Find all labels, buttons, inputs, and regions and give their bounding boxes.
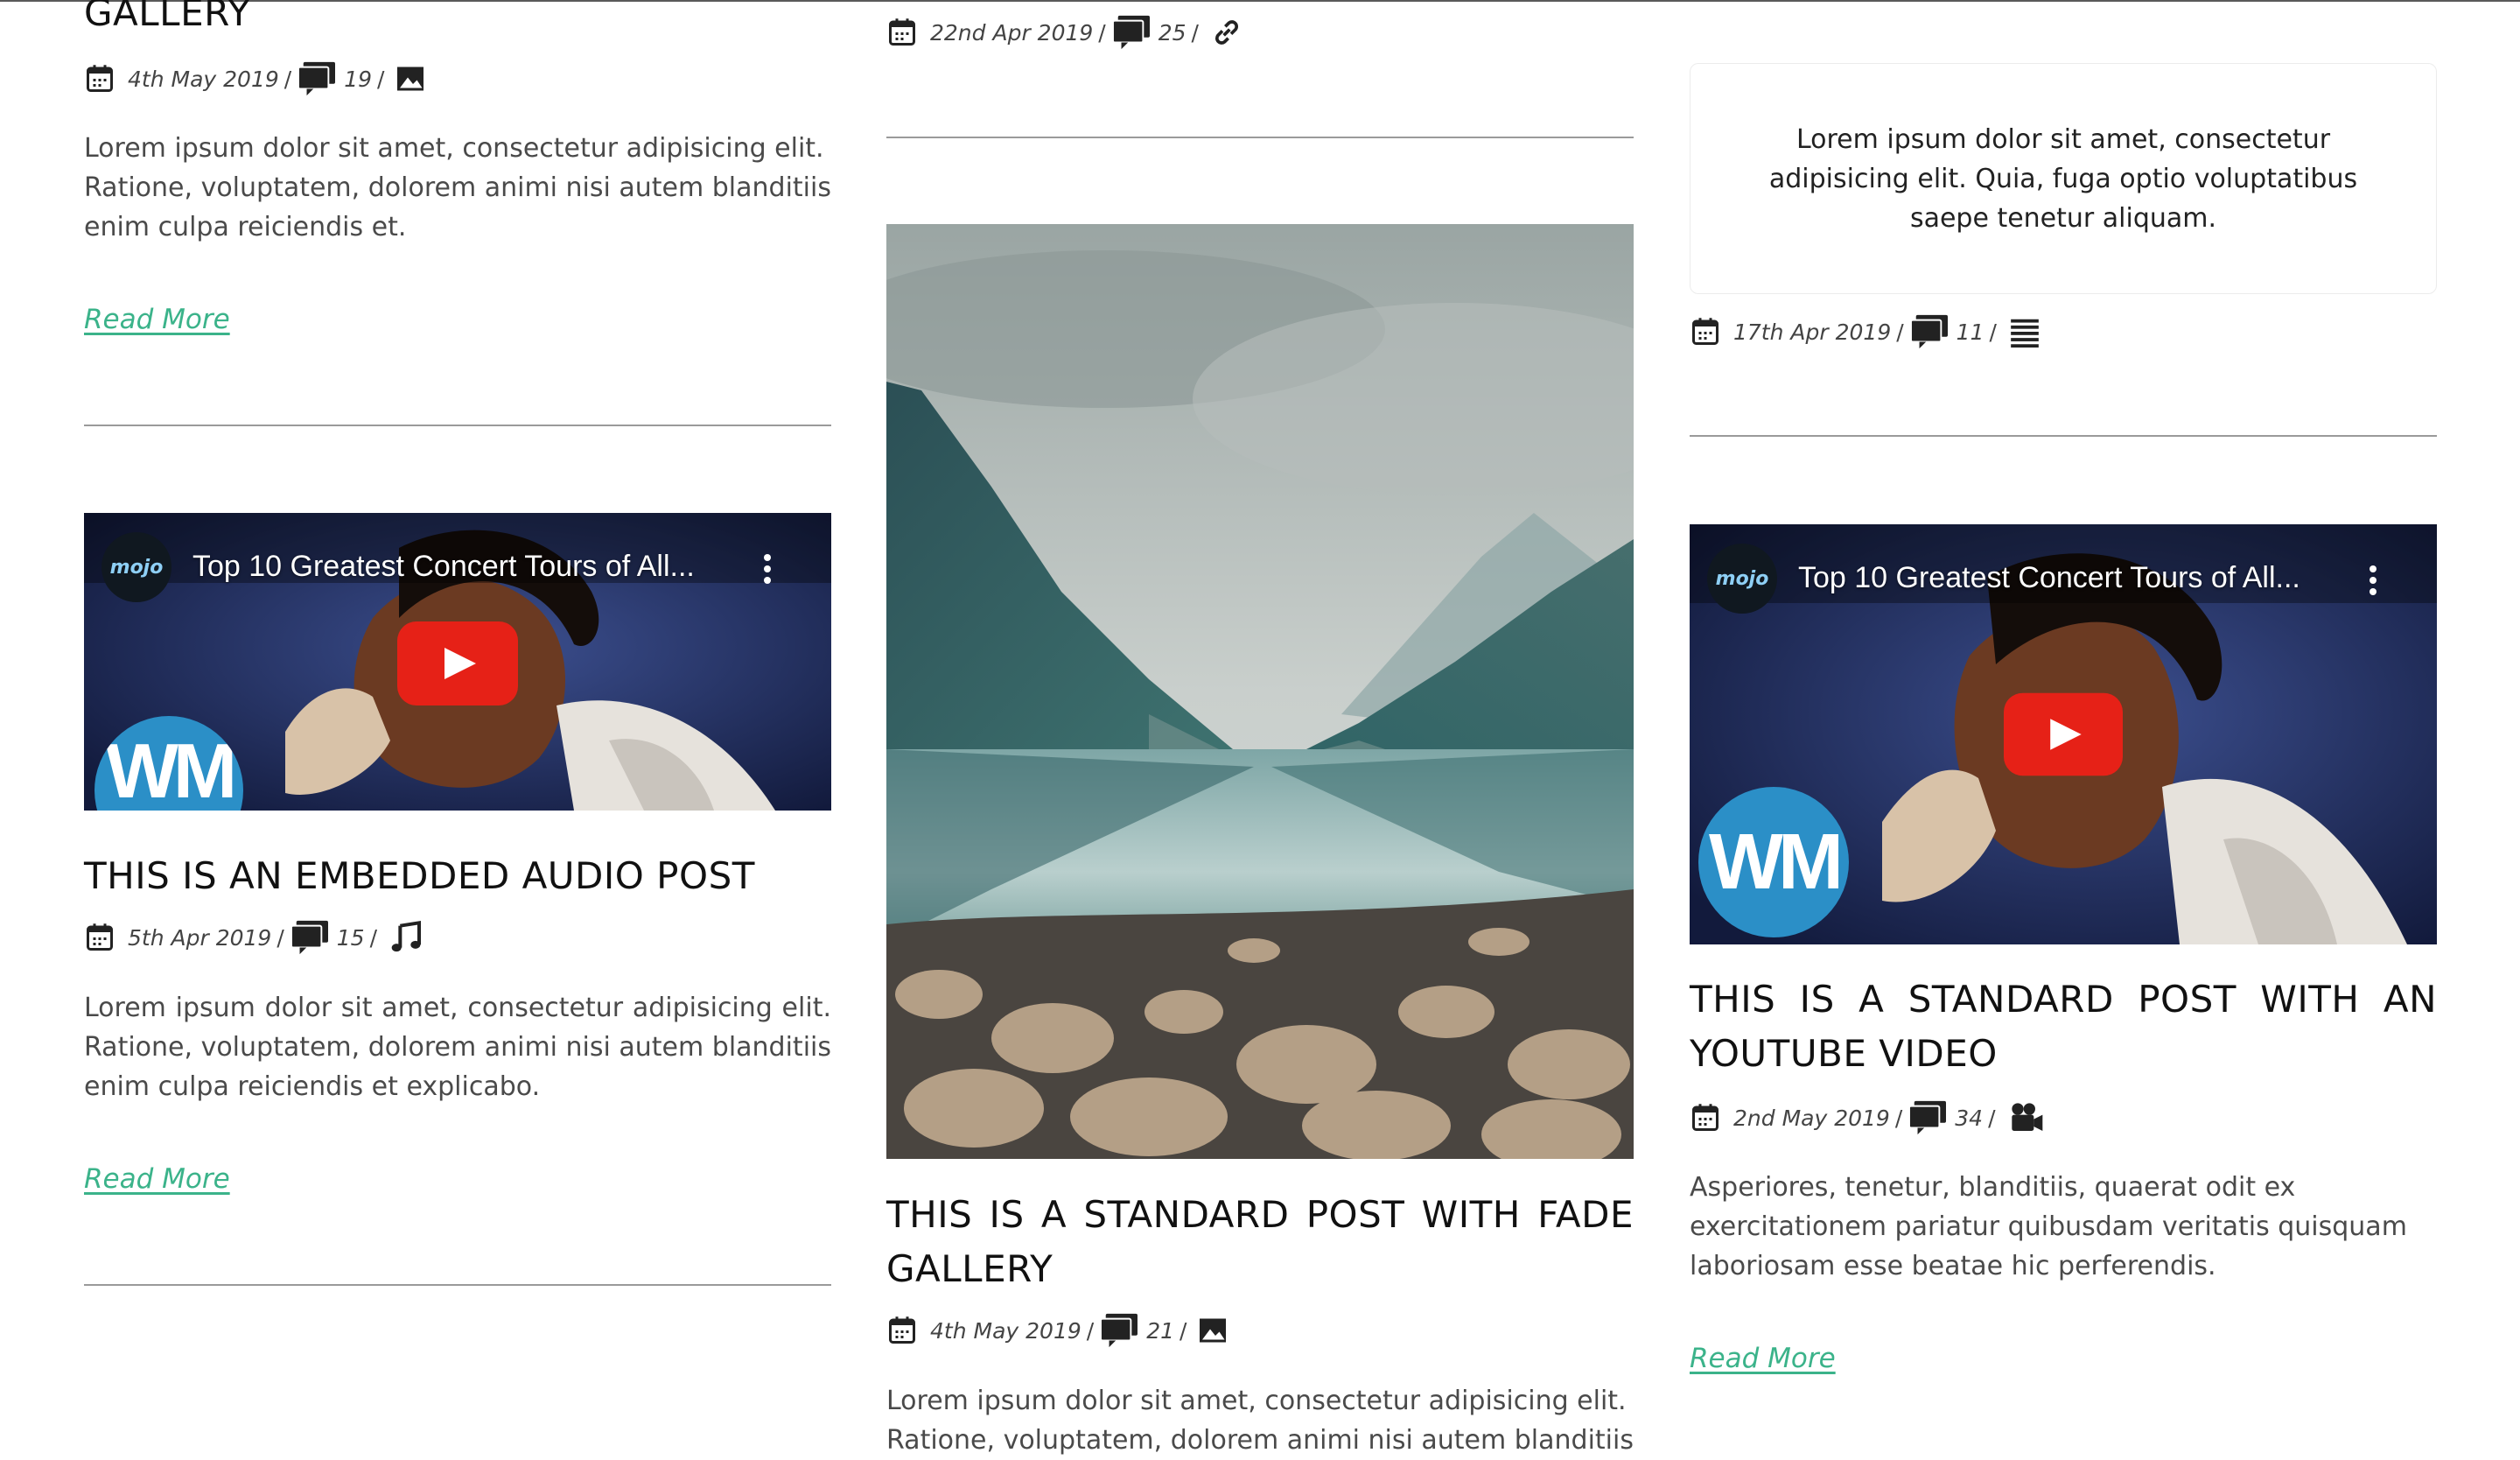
comment-count[interactable]: 21: [1146, 1318, 1174, 1344]
post-divider: [84, 1284, 831, 1286]
comment-count[interactable]: 15: [337, 925, 365, 951]
post-date[interactable]: 2nd May 2019: [1733, 1106, 1890, 1131]
channel-avatar[interactable]: mojo: [1707, 544, 1777, 614]
calendar-icon: [1690, 1101, 1721, 1134]
text-lines-icon: [2007, 315, 2042, 348]
meta-separator: /: [1988, 1105, 1996, 1131]
play-button-icon[interactable]: [397, 621, 518, 705]
calendar-icon: [886, 16, 918, 49]
quote-box: Lorem ipsum dolor sit amet, consectetur …: [1690, 63, 2437, 294]
post-date[interactable]: 4th May 2019: [930, 1318, 1082, 1344]
meta-separator: /: [284, 66, 292, 92]
post-divider: [1690, 435, 2437, 437]
post-title[interactable]: THIS IS A STANDARD POST WITH FADE GALLER…: [886, 1188, 1634, 1296]
video-title[interactable]: Top 10 Greatest Concert Tours of All...: [192, 550, 695, 584]
comment-count[interactable]: 34: [1955, 1106, 1983, 1131]
youtube-embed[interactable]: mojo Top 10 Greatest Concert Tours of Al…: [84, 513, 831, 811]
post-date[interactable]: 5th Apr 2019: [128, 925, 271, 951]
post-meta: 4th May 2019 / 19 /: [84, 57, 426, 101]
meta-separator: /: [276, 924, 284, 951]
calendar-icon: [84, 62, 116, 95]
post-meta: 5th Apr 2019 / 15 /: [84, 916, 424, 959]
post-excerpt: Lorem ipsum dolor sit amet, consectetur …: [84, 993, 831, 1102]
post-date[interactable]: 4th May 2019: [128, 67, 279, 92]
comment-count[interactable]: 19: [344, 67, 372, 92]
meta-separator: /: [1086, 1317, 1095, 1344]
calendar-icon: [886, 1314, 918, 1347]
comments-icon: [1111, 14, 1152, 51]
post-divider: [84, 425, 831, 426]
watermark-logo: WM: [1698, 787, 1849, 937]
lake-mountains-photo: [886, 224, 1634, 1159]
gallery-image[interactable]: [886, 224, 1634, 1159]
post-date[interactable]: 17th Apr 2019: [1733, 319, 1891, 345]
read-more-link[interactable]: Read More: [1690, 1343, 1836, 1374]
comments-icon: [297, 60, 337, 97]
comment-count[interactable]: 25: [1158, 20, 1186, 46]
calendar-icon: [84, 921, 116, 954]
meta-separator: /: [1098, 19, 1106, 46]
post-divider: [886, 137, 1634, 138]
calendar-icon: [1690, 315, 1721, 348]
meta-separator: /: [1180, 1317, 1187, 1344]
post-date[interactable]: 22nd Apr 2019: [930, 20, 1093, 46]
comment-count[interactable]: 11: [1956, 319, 1984, 345]
read-more-link[interactable]: Read More: [84, 1163, 230, 1195]
more-options-icon[interactable]: [2368, 565, 2378, 596]
video-title[interactable]: Top 10 Greatest Concert Tours of All...: [1798, 561, 2300, 595]
comments-icon: [290, 919, 330, 956]
meta-separator: /: [1191, 19, 1199, 46]
post-excerpt: Asperiores, tenetur, blanditiis, quaerat…: [1690, 1172, 2407, 1281]
column-right: Lorem ipsum dolor sit amet, consectetur …: [1690, 0, 2437, 1374]
meta-separator: /: [1896, 319, 1904, 345]
column-left: GALLERY 4th May 2019 / 19 / Lorem ipsum …: [84, 0, 831, 1286]
post-title[interactable]: THIS IS A STANDARD POST WITH AN YOUTUBE …: [1690, 972, 2437, 1081]
comments-icon: [1908, 1099, 1948, 1136]
quote-text: Lorem ipsum dolor sit amet, consectetur …: [1768, 123, 2358, 234]
read-more-link[interactable]: Read More: [84, 304, 230, 335]
meta-separator: /: [1894, 1105, 1903, 1131]
post-title[interactable]: GALLERY: [84, 0, 250, 40]
meta-separator: /: [377, 66, 385, 92]
image-icon: [1197, 1315, 1228, 1346]
video-camera-icon: [2006, 1100, 2047, 1135]
comments-icon: [1909, 313, 1950, 350]
image-icon: [395, 63, 426, 95]
more-options-icon[interactable]: [762, 553, 773, 585]
channel-avatar[interactable]: mojo: [102, 532, 172, 602]
music-note-icon: [388, 920, 424, 955]
link-icon: [1209, 15, 1244, 50]
meta-separator: /: [1989, 319, 1997, 345]
post-meta: 17th Apr 2019 / 11 /: [1690, 310, 2042, 354]
post-title[interactable]: THIS IS AN EMBEDDED AUDIO POST: [84, 849, 831, 903]
post-meta: 2nd May 2019 / 34 /: [1690, 1096, 2047, 1140]
youtube-embed[interactable]: mojo Top 10 Greatest Concert Tours of Al…: [1690, 524, 2437, 944]
post-meta: 22nd Apr 2019 / 25 /: [886, 11, 1244, 54]
post-meta: 4th May 2019 / 21 /: [886, 1309, 1228, 1352]
post-excerpt: Lorem ipsum dolor sit amet, consectetur …: [886, 1386, 1634, 1456]
play-button-icon[interactable]: [2004, 692, 2123, 776]
meta-separator: /: [369, 924, 378, 951]
comments-icon: [1099, 1312, 1139, 1349]
post-excerpt: Lorem ipsum dolor sit amet, consectetur …: [84, 133, 831, 242]
